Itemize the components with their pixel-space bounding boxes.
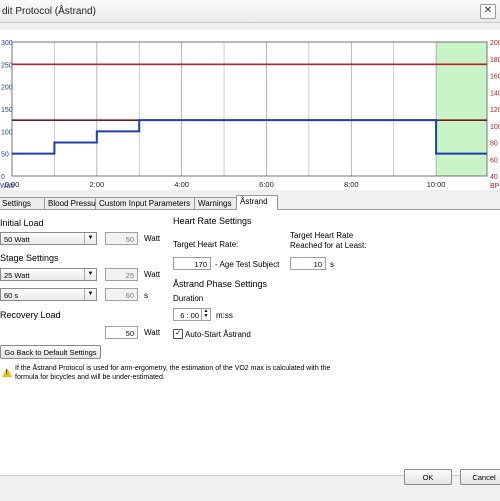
target-heart-rate-label: Target Heart Rate:: [173, 240, 239, 249]
left-axis-unit-label: Watt: [0, 183, 14, 190]
reached-seconds-unit: s: [330, 260, 334, 269]
warning-icon: !: [2, 368, 12, 377]
stage-duration-select[interactable]: 60 s ▼: [0, 288, 97, 301]
tab-warnings[interactable]: Warnings: [194, 197, 238, 209]
right-axis-tick-label: 200: [490, 40, 500, 47]
right-axis-tick-label: 160: [490, 74, 500, 81]
tab-blood-pressure[interactable]: Blood Pressure: [44, 197, 103, 209]
target-heart-rate-input[interactable]: 170: [173, 257, 211, 270]
chevron-down-icon: ▼: [84, 233, 96, 244]
right-axis-tick-label: 100: [490, 124, 500, 131]
astrand-settings-panel: Initial Load 50 Watt ▼ 50 Watt Stage Set…: [0, 210, 500, 475]
recovery-region: [436, 42, 487, 176]
recovery-load-heading: Recovery Load: [0, 310, 61, 320]
reached-seconds-input[interactable]: 10: [290, 257, 326, 270]
right-axis-tick-label: 40: [490, 174, 498, 181]
initial-load-select[interactable]: 50 Watt ▼: [0, 232, 97, 245]
reached-label-line1: Target Heart Rate: [290, 231, 354, 240]
left-axis-tick-label: 300: [1, 40, 13, 47]
dialog-footer: OK Cancel: [0, 469, 500, 501]
stage-settings-heading: Stage Settings: [0, 253, 59, 263]
autostart-label: Auto-Start Åstrand: [185, 330, 251, 339]
x-axis-tick-label: 8:00: [344, 180, 359, 189]
phase-duration-label: Duration: [173, 294, 204, 303]
spinner-arrows-icon[interactable]: ▲ ▼: [201, 309, 210, 320]
tab-settings[interactable]: Settings: [0, 197, 46, 209]
right-axis-tick-label: 80: [490, 141, 498, 148]
stage-load-value: 25: [105, 268, 138, 281]
title-bar: dit Protocol (Åstrand) ✕: [0, 0, 500, 23]
stage-duration-value: 60: [105, 288, 138, 301]
x-axis-tick-label: 4:00: [174, 180, 189, 189]
recovery-load-input[interactable]: 50: [105, 326, 138, 339]
autostart-checkbox[interactable]: ✓: [173, 329, 183, 339]
phase-duration-value: 6 : 00: [180, 311, 199, 320]
right-axis-tick-label: 60: [490, 157, 498, 164]
tab-custom-input-parameters[interactable]: Custom Input Parameters: [95, 197, 196, 209]
x-axis-tick-label: 6:00: [259, 180, 274, 189]
tab-åstrand[interactable]: Åstrand: [236, 195, 278, 210]
stage-duration-unit: s: [144, 291, 148, 300]
initial-load-value: 50: [105, 232, 138, 245]
phase-duration-input[interactable]: 6 : 00 ▲ ▼: [173, 308, 211, 321]
x-axis-tick-label: 10:00: [427, 180, 446, 189]
initial-load-heading: Initial Load: [0, 218, 44, 228]
stage-load-unit: Watt: [144, 270, 161, 279]
right-axis-tick-label: 140: [490, 90, 500, 97]
warning-text-line2: formula for bicycles and will be under-e…: [15, 374, 165, 381]
cancel-button[interactable]: Cancel: [460, 469, 500, 485]
default-settings-button[interactable]: Go Back to Default Settings: [0, 345, 101, 359]
heart-rate-heading: Heart Rate Settings: [173, 216, 252, 226]
phase-duration-unit: m:ss: [216, 311, 233, 320]
left-axis-tick-label: 200: [1, 85, 13, 92]
protocol-chart: 0501001502002503004060801001201401601802…: [0, 30, 500, 190]
warning-text-line1: If the Åstrand Protocol is used for arm-…: [15, 365, 331, 372]
left-axis-tick-label: 50: [1, 152, 9, 159]
target-heart-rate-suffix: - Age Test Subject: [215, 260, 280, 269]
initial-load-select-value: 50 Watt: [4, 235, 30, 244]
checkmark-icon: ✓: [175, 330, 181, 337]
initial-load-unit: Watt: [144, 234, 161, 243]
right-axis-unit-label: BP: [490, 183, 500, 190]
stage-load-select[interactable]: 25 Watt ▼: [0, 268, 97, 281]
ok-button[interactable]: OK: [404, 469, 452, 485]
close-icon[interactable]: ✕: [480, 4, 496, 19]
stage-load-select-value: 25 Watt: [4, 271, 30, 280]
chevron-down-icon: ▼: [84, 289, 96, 300]
x-axis-tick-label: 2:00: [90, 180, 105, 189]
astrand-phase-heading: Åstrand Phase Settings: [173, 279, 268, 289]
right-axis-tick-label: 120: [490, 107, 500, 114]
stage-duration-select-value: 60 s: [4, 291, 19, 300]
left-axis-tick-label: 100: [1, 129, 13, 136]
right-axis-tick-label: 180: [490, 57, 500, 64]
left-axis-tick-label: 150: [1, 107, 13, 114]
recovery-load-unit: Watt: [144, 328, 161, 337]
left-axis-tick-label: 250: [1, 62, 13, 69]
window-title: dit Protocol (Åstrand): [2, 6, 96, 17]
tab-strip: Settings Blood Pressure Custom Input Param…: [0, 195, 500, 210]
reached-label-line2: Reached for at Least:: [290, 241, 367, 250]
chart-background: [0, 30, 500, 190]
chevron-down-icon: ▼: [84, 269, 96, 280]
